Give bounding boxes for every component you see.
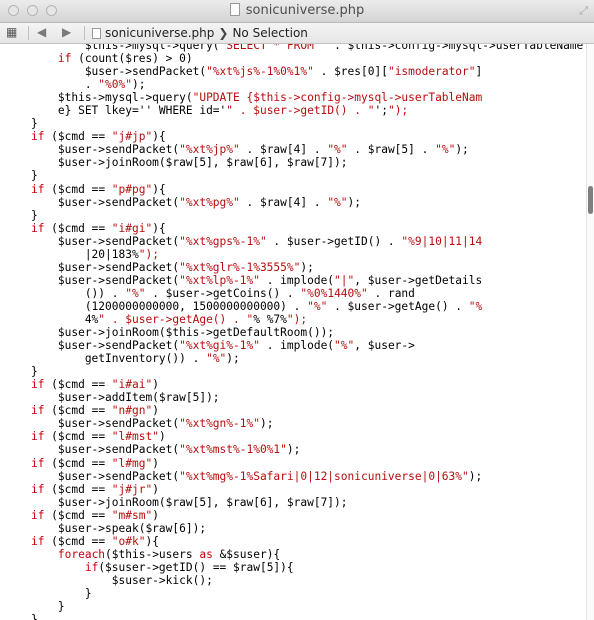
- code-line[interactable]: $user->sendPacket("%xt%jp%" . $raw[4] . …: [4, 143, 586, 156]
- fullscreen-icon[interactable]: ⤢: [579, 4, 588, 18]
- document-icon: [229, 3, 240, 16]
- code-line[interactable]: $user->sendPacket("%xt%glr%-1%3555%");: [4, 261, 586, 274]
- code-line[interactable]: $this->mysql->query("UPDATE {$this->conf…: [4, 91, 586, 104]
- source-code[interactable]: $this->mysql->query("SELECT * FROM " . $…: [4, 44, 586, 620]
- code-line[interactable]: if ($cmd == "o#k"){: [4, 535, 586, 548]
- code-line[interactable]: }: [4, 117, 586, 130]
- window-title: sonicuniverse.php: [0, 3, 594, 18]
- code-line[interactable]: if (count($res) > 0): [4, 52, 586, 65]
- code-line[interactable]: $user->sendPacket("%xt%gn%-1%");: [4, 417, 586, 430]
- code-line[interactable]: if ($cmd == "l#mg"): [4, 457, 586, 470]
- forward-arrow-icon[interactable]: ▶: [62, 25, 71, 39]
- chevron-right-icon: ❯: [218, 26, 229, 40]
- code-line[interactable]: $user->joinRoom($this->getDefaultRoom())…: [4, 326, 586, 339]
- code-line[interactable]: $user->joinRoom($raw[5], $raw[6], $raw[7…: [4, 496, 586, 509]
- code-line[interactable]: if ($cmd == "j#jr"): [4, 483, 586, 496]
- code-line[interactable]: 4%" . $user->getAge() . "% %7%");: [4, 313, 586, 326]
- code-line[interactable]: if($suser->getID() == $raw[5]){: [4, 561, 586, 574]
- code-line[interactable]: $user->sendPacket("%xt%mg%-1%Safari|0|12…: [4, 470, 586, 483]
- breadcrumb-selection[interactable]: No Selection: [232, 26, 307, 40]
- code-line[interactable]: $user->sendPacket("%xt%mst%-1%0%1");: [4, 443, 586, 456]
- back-arrow-icon[interactable]: ◀: [37, 25, 46, 39]
- code-line[interactable]: if ($cmd == "i#ai"): [4, 378, 586, 391]
- divider: [28, 26, 29, 40]
- code-line[interactable]: $user->sendPacket("%xt%js%-1%0%1%" . $re…: [4, 65, 586, 78]
- code-editor[interactable]: $this->mysql->query("SELECT * FROM " . $…: [0, 44, 586, 620]
- code-line[interactable]: if ($cmd == "j#jp"){: [4, 130, 586, 143]
- scrollbar-thumb[interactable]: [588, 186, 593, 214]
- code-line[interactable]: $user->sendPacket("%xt%pg%" . $raw[4] . …: [4, 196, 586, 209]
- jump-bar: ▦ ◀ ▶ sonicuniverse.php ❯ No Selection: [0, 23, 594, 44]
- code-line[interactable]: $this->mysql->query("SELECT * FROM " . $…: [4, 44, 586, 52]
- breadcrumb[interactable]: sonicuniverse.php ❯ No Selection: [92, 26, 308, 40]
- code-line[interactable]: getInventory()) . "%");: [4, 352, 586, 365]
- code-line[interactable]: if ($cmd == "n#gn"): [4, 404, 586, 417]
- code-line[interactable]: $user->sendPacket("%xt%lp%-1%" . implode…: [4, 274, 586, 287]
- code-line[interactable]: }: [4, 209, 586, 222]
- code-line[interactable]: $user->addItem($raw[5]);: [4, 391, 586, 404]
- code-line[interactable]: (1200000000000, 1500000000000) . "%" . $…: [4, 300, 586, 313]
- code-line[interactable]: }: [4, 587, 586, 600]
- code-line[interactable]: $user->sendPacket("%xt%gps%-1%" . $user-…: [4, 235, 586, 248]
- code-line[interactable]: foreach($this->users as &$suser){: [4, 548, 586, 561]
- code-line[interactable]: }: [4, 600, 586, 613]
- code-line[interactable]: }: [4, 169, 586, 182]
- code-line[interactable]: ()) . "%" . $user->getCoins() . "%0%1440…: [4, 287, 586, 300]
- grid-icon[interactable]: ▦: [6, 25, 17, 39]
- code-line[interactable]: . "%0%");: [4, 78, 586, 91]
- divider: [84, 26, 85, 40]
- window-title-text: sonicuniverse.php: [245, 3, 365, 18]
- window-titlebar: sonicuniverse.php ⤢: [0, 0, 594, 23]
- code-line[interactable]: if ($cmd == "p#pg"){: [4, 183, 586, 196]
- vertical-scrollbar[interactable]: [586, 44, 594, 620]
- code-line[interactable]: $user->sendPacket("%xt%gi%-1%" . implode…: [4, 339, 586, 352]
- code-line[interactable]: |20|183%");: [4, 248, 586, 261]
- code-line[interactable]: }: [4, 613, 586, 620]
- code-line[interactable]: e} SET lkey='' WHERE id='" . $user->getI…: [4, 104, 586, 117]
- code-line[interactable]: if ($cmd == "l#mst"): [4, 430, 586, 443]
- code-line[interactable]: $user->joinRoom($raw[5], $raw[6], $raw[7…: [4, 156, 586, 169]
- breadcrumb-file[interactable]: sonicuniverse.php: [105, 26, 214, 40]
- code-line[interactable]: }: [4, 365, 586, 378]
- code-line[interactable]: if ($cmd == "i#gi"){: [4, 222, 586, 235]
- code-line[interactable]: $user->speak($raw[6]);: [4, 522, 586, 535]
- code-line[interactable]: if ($cmd == "m#sm"): [4, 509, 586, 522]
- code-line[interactable]: $suser->kick();: [4, 574, 586, 587]
- php-file-icon: [92, 28, 101, 39]
